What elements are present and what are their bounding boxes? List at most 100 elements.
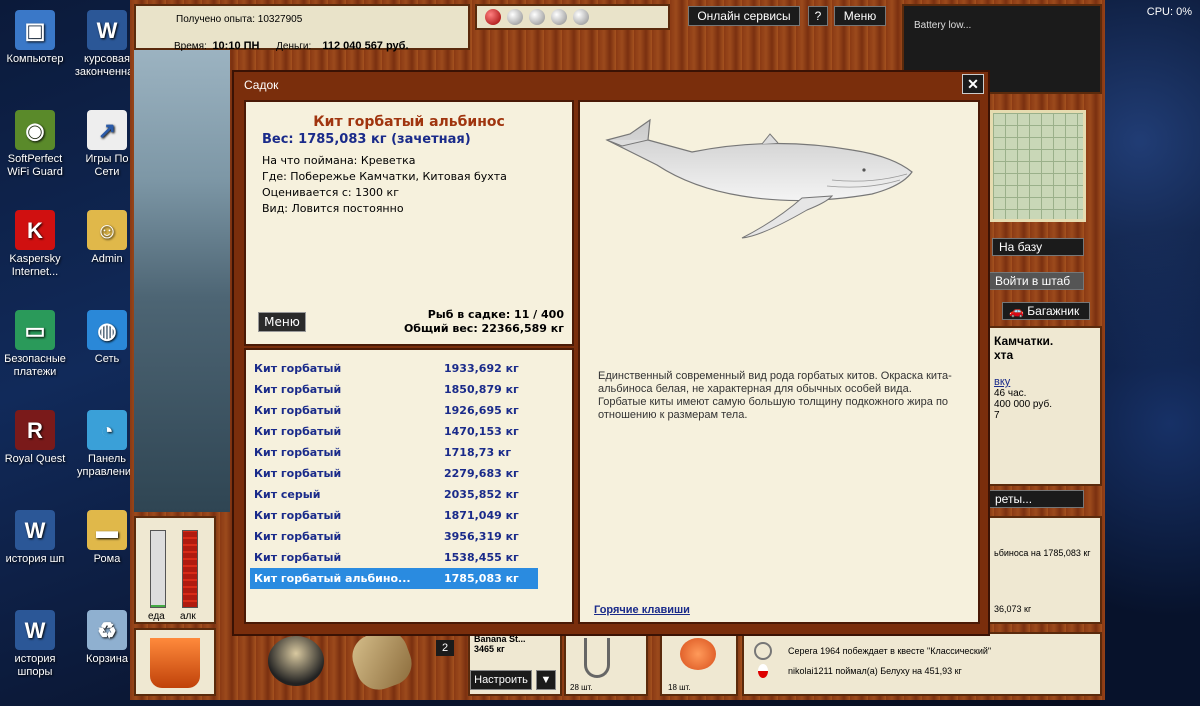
lure-icon[interactable] bbox=[551, 9, 567, 25]
fish-list-weight: 1871,049 кг bbox=[444, 509, 519, 522]
network-icon: ◍ bbox=[87, 310, 127, 350]
close-icon[interactable]: ✕ bbox=[962, 74, 984, 94]
fish-list-row[interactable]: Кит горбатый 1871,049 кг bbox=[250, 505, 538, 526]
fish-valued-from: Оценивается с: 1300 кг bbox=[262, 186, 399, 199]
location-cost: 400 000 руб. bbox=[994, 399, 1052, 410]
fish-list-name: Кит горбатый bbox=[254, 404, 342, 417]
desktop-icon-label: история шп bbox=[5, 553, 65, 565]
folder-icon: ▬ bbox=[87, 510, 127, 550]
catch-log-line: ьбиноса на 1785,083 кг bbox=[994, 548, 1091, 558]
desktop-icon[interactable]: K Kaspersky Internet... bbox=[0, 210, 70, 279]
fish-list-weight: 1785,083 кг bbox=[444, 572, 519, 585]
desktop-icon-label: Безопасные платежи bbox=[4, 353, 66, 378]
exp-value: 10327905 bbox=[257, 14, 303, 25]
control-panel-icon: ◔ bbox=[87, 410, 127, 450]
map-thumbnail[interactable] bbox=[990, 110, 1086, 222]
to-base-button[interactable]: На базу bbox=[992, 238, 1084, 256]
fish-list-row[interactable]: Кит горбатый 1926,695 кг bbox=[250, 400, 538, 421]
total-weight: Общий вес: 22366,589 кг bbox=[403, 322, 564, 335]
alcohol-meter-fill bbox=[183, 531, 197, 607]
time-label: Время: bbox=[174, 41, 207, 52]
fish-list-name: Кит горбатый bbox=[254, 425, 342, 438]
lure-bar bbox=[475, 4, 670, 30]
hotkeys-link[interactable]: Горячие клавиши bbox=[594, 604, 690, 616]
stats-panel: Получено опыта: 10327905 Время: 10:10 ПН… bbox=[134, 4, 470, 52]
food-label: еда bbox=[148, 611, 165, 622]
fish-list-row[interactable]: Кит горбатый 1933,692 кг bbox=[250, 358, 538, 379]
trunk-button[interactable]: 🚗 Багажник bbox=[1002, 302, 1090, 320]
desktop-wallpaper-tree bbox=[1100, 0, 1200, 706]
desktop-icon-label: SoftPerfect WiFi Guard bbox=[7, 153, 63, 178]
online-services-button[interactable]: Онлайн сервисы bbox=[688, 6, 800, 26]
lure-icon[interactable] bbox=[573, 9, 589, 25]
fish-name: Кит горбатый альбинос bbox=[313, 114, 505, 130]
fish-list-row[interactable]: Кит горбатый альбино... 1785,083 кг bbox=[250, 568, 538, 589]
location-hours: 46 час. bbox=[994, 388, 1027, 399]
desktop-icon-label: Royal Quest bbox=[4, 453, 66, 465]
fish-list-weight: 2035,852 кг bbox=[444, 488, 519, 501]
secrets-button[interactable]: реты... bbox=[988, 490, 1084, 508]
location-line1: Камчатки. bbox=[994, 334, 1054, 348]
fish-list-row[interactable]: Кит горбатый 1538,455 кг bbox=[250, 547, 538, 568]
desktop-icon-label: история шпоры bbox=[14, 653, 56, 678]
help-button[interactable]: ? bbox=[808, 6, 828, 26]
bucket-slot[interactable] bbox=[134, 628, 216, 696]
computer-icon: ▣ bbox=[15, 10, 55, 50]
dropdown-arrow-icon[interactable]: ▼ bbox=[536, 670, 556, 690]
fish-list-row[interactable]: Кит горбатый 3956,319 кг bbox=[250, 526, 538, 547]
fish-description: Единственный современный вид рода горбат… bbox=[598, 370, 952, 421]
word-doc-icon: W bbox=[87, 10, 127, 50]
fish-list-row[interactable]: Кит горбатый 2279,683 кг bbox=[250, 463, 538, 484]
pot-icon[interactable] bbox=[268, 636, 324, 686]
lure-icon[interactable] bbox=[485, 9, 501, 25]
fish-list-name: Кит горбатый bbox=[254, 467, 342, 480]
fish-list-name: Кит горбатый bbox=[254, 362, 342, 375]
desktop-icon[interactable]: Wистория шп bbox=[0, 510, 70, 566]
time-value: 10:10 ПН bbox=[212, 40, 260, 52]
fish-location: Где: Побережье Камчатки, Китовая бухта bbox=[262, 170, 507, 183]
fish-info-panel: Кит горбатый альбинос Вес: 1785,083 кг (… bbox=[244, 100, 574, 346]
lure-icon[interactable] bbox=[507, 9, 523, 25]
location-line2: хта bbox=[994, 348, 1014, 362]
food-meter bbox=[150, 530, 166, 608]
news-feed: Серега 1964 побеждает в квесте "Классиче… bbox=[742, 632, 1102, 696]
location-link[interactable]: вку bbox=[994, 376, 1096, 388]
configure-button[interactable]: Настроить bbox=[470, 670, 532, 690]
car-icon: 🚗 bbox=[1009, 304, 1024, 318]
exp-label: Получено опыта: bbox=[176, 14, 255, 25]
trunk-label: Багажник bbox=[1027, 304, 1080, 318]
fish-kind: Вид: Ловится постоянно bbox=[262, 202, 404, 215]
desktop-icon[interactable]: ▣ Компьютер bbox=[0, 10, 70, 66]
desktop-icon-label: Kaspersky Internet... bbox=[9, 253, 61, 278]
desktop-icon[interactable]: R Royal Quest bbox=[0, 410, 70, 466]
fish-list-row[interactable]: Кит горбатый 1718,73 кг bbox=[250, 442, 538, 463]
catch-log: ьбиноса на 1785,083 кг 36,073 кг bbox=[988, 516, 1102, 624]
fish-list-name: Кит серый bbox=[254, 488, 321, 501]
hooks-slot[interactable]: 28 шт. bbox=[564, 628, 648, 696]
owl-icon: ◉ bbox=[15, 110, 55, 150]
fish-menu-button[interactable]: Меню bbox=[258, 312, 306, 332]
desktop-icon[interactable]: ▭ Безопасные платежи bbox=[0, 310, 70, 379]
bucket-icon bbox=[150, 638, 200, 688]
enter-hq-button[interactable]: Войти в штаб bbox=[988, 272, 1084, 290]
royal-quest-icon: R bbox=[15, 410, 55, 450]
fish-list-weight: 1470,153 кг bbox=[444, 425, 519, 438]
catch-log-line: 36,073 кг bbox=[994, 604, 1032, 614]
main-menu-button[interactable]: Меню bbox=[834, 6, 886, 26]
card-icon: ▭ bbox=[15, 310, 55, 350]
money-label: Деньги: bbox=[276, 41, 312, 52]
hooks-count: 28 шт. bbox=[570, 683, 593, 692]
shrimp-slot[interactable]: 18 шт. bbox=[660, 628, 738, 696]
word-doc-icon: W bbox=[15, 610, 55, 650]
location-info: Камчатки. хта вку 46 час. 400 000 руб. 7 bbox=[988, 326, 1102, 486]
word-doc-icon: W bbox=[15, 510, 55, 550]
shrimp-icon bbox=[680, 638, 716, 670]
lure-icon[interactable] bbox=[529, 9, 545, 25]
desktop-icon[interactable]: Wистория шпоры bbox=[0, 610, 70, 679]
fish-list-row[interactable]: Кит горбатый 1470,153 кг bbox=[250, 421, 538, 442]
fish-list-row[interactable]: Кит серый 2035,852 кг bbox=[250, 484, 538, 505]
fish-list-row[interactable]: Кит горбатый 1850,879 кг bbox=[250, 379, 538, 400]
desktop-icon[interactable]: ◉ SoftPerfect WiFi Guard bbox=[0, 110, 70, 179]
whale-image bbox=[605, 118, 913, 239]
fish-list-weight: 1718,73 кг bbox=[444, 446, 512, 459]
